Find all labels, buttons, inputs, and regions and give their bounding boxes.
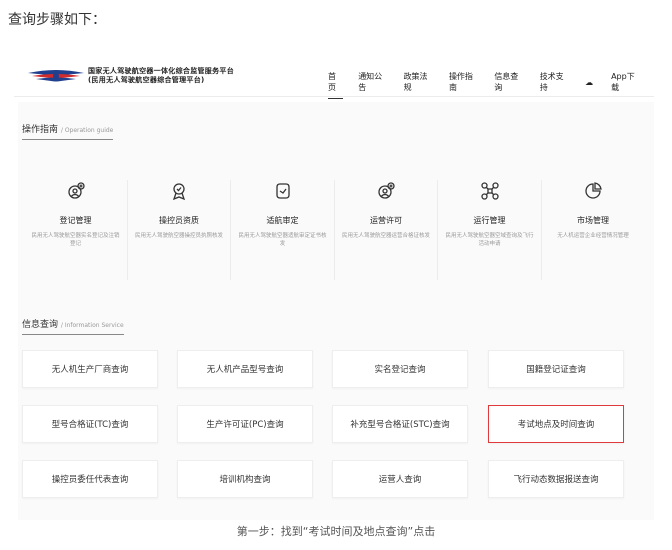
guide-desc: 无人机运营企业经营情况管理 <box>557 233 629 239</box>
main-nav: 首页 通知公告 政策法规 操作指南 信息查询 技术支持 ☁ App下载 <box>328 71 654 99</box>
intro-text: 查询步骤如下： <box>8 12 106 28</box>
query-button[interactable]: 生产许可证(PC)查询 <box>177 405 313 443</box>
guide-desc: 民用无人驾驶航空器空域查询及飞行活动申请 <box>445 233 534 247</box>
guide-item-market[interactable]: 市场管理 无人机运营企业经营情况管理 <box>540 180 645 280</box>
guide-name: 运行管理 <box>473 216 506 225</box>
app-download-label: App下载 <box>611 72 635 92</box>
drone-icon <box>480 182 499 200</box>
guide-name: 登记管理 <box>59 216 92 225</box>
cloud-download-icon: ☁ <box>585 77 594 87</box>
pie-chart-icon <box>585 182 602 199</box>
registration-icon <box>67 182 85 199</box>
query-button[interactable]: 培训机构查询 <box>177 460 313 498</box>
guide-item-operation-management[interactable]: 运行管理 民用无人驾驶航空器空域查询及飞行活动申请 <box>437 180 541 280</box>
query-button[interactable]: 无人机生产厂商查询 <box>22 350 158 388</box>
guide-desc: 民用无人驾驶航空器运营合格证核发 <box>341 233 430 239</box>
query-button[interactable]: 操控员委任代表查询 <box>22 460 158 498</box>
content-panel: 操作指南 / Operation guide 登记管理 民用无人驾驶航空器实名登… <box>18 102 654 520</box>
query-button[interactable]: 国籍登记证查询 <box>488 350 624 388</box>
guide-desc: 民用无人驾驶航空器操控员执照核发 <box>134 233 223 239</box>
guide-name: 操控员资质 <box>159 216 199 225</box>
guide-title: 操作指南 <box>22 125 59 135</box>
site-header: 国家无人驾驶航空器一体化综合监管服务平台 (民用无人驾驶航空器综合管理平台) 首… <box>14 58 654 99</box>
website-screenshot: 国家无人驾驶航空器一体化综合监管服务平台 (民用无人驾驶航空器综合管理平台) 首… <box>14 58 654 520</box>
airworthiness-icon <box>275 183 290 199</box>
query-button[interactable]: 补充型号合格证(STC)查询 <box>332 405 468 443</box>
nav-guide[interactable]: 操作指南 <box>449 71 479 99</box>
brand-line-2: (民用无人驾驶航空器综合管理平台) <box>88 76 205 84</box>
nav-home[interactable]: 首页 <box>328 71 344 99</box>
operation-license-icon <box>378 182 395 199</box>
guide-name: 运营许可 <box>370 216 402 225</box>
guide-item-registration[interactable]: 登记管理 民用无人驾驶航空器实名登记及注销登记 <box>24 180 127 280</box>
query-button[interactable]: 飞行动态数据报送查询 <box>488 460 624 498</box>
info-title: 信息查询 <box>22 320 59 330</box>
nav-notices[interactable]: 通知公告 <box>358 71 388 99</box>
guide-desc: 民用无人驾驶航空器适航审定证书核发 <box>238 233 327 247</box>
query-button[interactable]: 实名登记查询 <box>332 350 468 388</box>
step-caption: 第一步：找到“考试时间及地点查询”点击 <box>236 525 436 538</box>
info-section-title: 信息查询 / Information Service <box>22 317 124 335</box>
guide-item-operation-license[interactable]: 运营许可 民用无人驾驶航空器运营合格证核发 <box>333 180 438 280</box>
exam-location-time-query-button[interactable]: 考试地点及时间查询 <box>488 405 624 443</box>
site-brand[interactable]: 国家无人驾驶航空器一体化综合监管服务平台 (民用无人驾驶航空器综合管理平台) <box>88 67 234 85</box>
nav-app-download[interactable]: ☁ App下载 <box>585 71 654 99</box>
query-button[interactable]: 无人机产品型号查询 <box>177 350 313 388</box>
guide-name: 市场管理 <box>577 216 609 225</box>
caac-wings-logo-icon <box>28 70 84 82</box>
guide-list: 登记管理 民用无人驾驶航空器实名登记及注销登记 操控员资质 民用无人驾驶航空器操… <box>24 180 644 280</box>
header-divider <box>14 96 654 97</box>
pilot-badge-icon <box>172 183 186 201</box>
brand-line-1: 国家无人驾驶航空器一体化综合监管服务平台 <box>88 67 234 75</box>
info-subtitle: / Information Service <box>60 322 124 329</box>
nav-tech-support[interactable]: 技术支持 <box>540 71 570 99</box>
query-button[interactable]: 运营人查询 <box>332 460 468 498</box>
nav-policies[interactable]: 政策法规 <box>404 71 434 99</box>
guide-item-airworthiness[interactable]: 适航审定 民用无人驾驶航空器适航审定证书核发 <box>230 180 334 280</box>
query-button[interactable]: 型号合格证(TC)查询 <box>22 405 158 443</box>
guide-section-title: 操作指南 / Operation guide <box>22 122 114 140</box>
nav-info-query[interactable]: 信息查询 <box>494 71 524 99</box>
guide-subtitle: / Operation guide <box>60 127 114 134</box>
guide-item-pilot[interactable]: 操控员资质 民用无人驾驶航空器操控员执照核发 <box>126 180 231 280</box>
guide-name: 适航审定 <box>266 216 299 225</box>
guide-desc: 民用无人驾驶航空器实名登记及注销登记 <box>31 233 120 247</box>
